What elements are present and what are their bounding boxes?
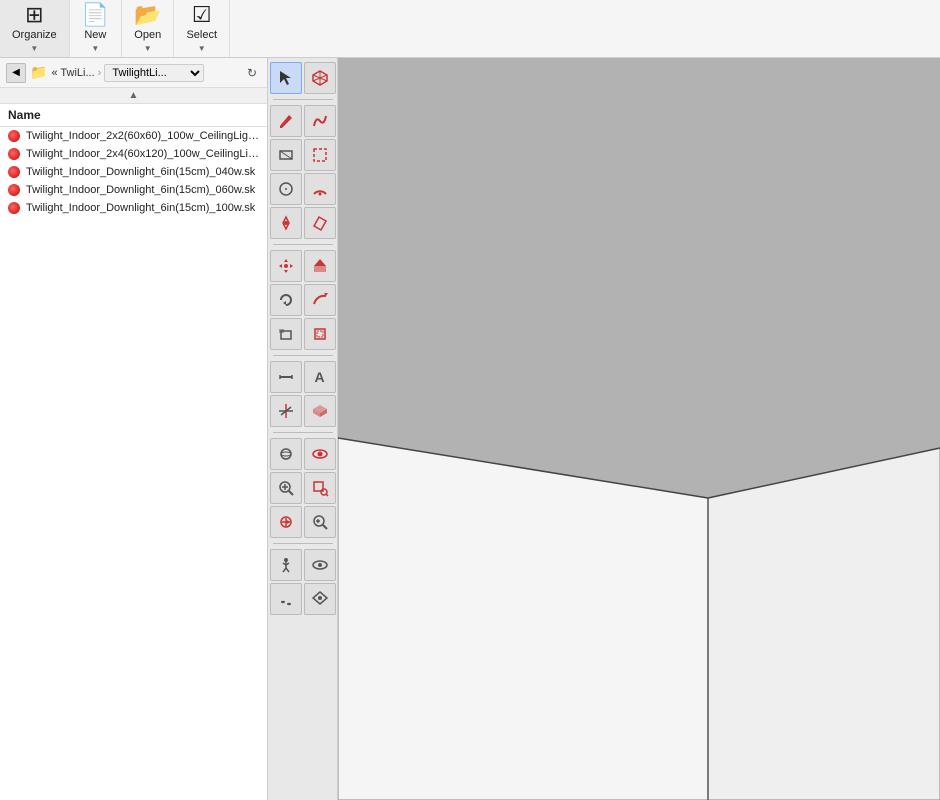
open-label: Open — [134, 29, 161, 41]
push-pull-button[interactable] — [304, 250, 336, 282]
organize-arrow: ▼ — [30, 44, 38, 53]
file-icon — [8, 184, 20, 196]
tool-row-11 — [270, 438, 336, 470]
file-name: Twilight_Indoor_Downlight_6in(15cm)_040w… — [26, 166, 255, 178]
file-icon — [8, 130, 20, 142]
zoom-button[interactable] — [270, 472, 302, 504]
list-item[interactable]: Twilight_Indoor_2x2(60x60)_100w_CeilingL… — [0, 127, 267, 145]
tool-row-10 — [270, 395, 336, 427]
file-list: Twilight_Indoor_2x2(60x60)_100w_CeilingL… — [0, 127, 267, 800]
tool-separator-4 — [273, 432, 333, 433]
rect-tool-button[interactable] — [270, 139, 302, 171]
pen-tool-button[interactable] — [270, 207, 302, 239]
list-item[interactable]: Twilight_Indoor_Downlight_6in(15cm)_040w… — [0, 163, 267, 181]
open-icon: 📂 — [134, 4, 161, 26]
right-toolbar: A — [268, 58, 338, 800]
file-icon — [8, 166, 20, 178]
organize-icon: ⊞ — [25, 4, 43, 26]
breadcrumb-short: « TwiLi... — [51, 67, 94, 79]
tool-separator-3 — [273, 355, 333, 356]
new-arrow: ▼ — [91, 44, 99, 53]
left-panel: ◀ 📁 « TwiLi... › TwilightLi... ↻ ▲ Name … — [0, 58, 268, 800]
folder-icon: 📁 — [30, 64, 47, 81]
tool-row-14 — [270, 549, 336, 581]
zoom-extents-button[interactable] — [270, 506, 302, 538]
list-item[interactable]: Twilight_Indoor_Downlight_6in(15cm)_060w… — [0, 181, 267, 199]
eraser-tool-button[interactable] — [304, 207, 336, 239]
3d-tool-button[interactable] — [304, 62, 336, 94]
zoom-previous-button[interactable] — [304, 506, 336, 538]
new-icon: 📄 — [82, 4, 109, 26]
advanced-camera-button[interactable] — [304, 583, 336, 615]
breadcrumb-bar: ◀ 📁 « TwiLi... › TwilightLi... ↻ — [0, 58, 267, 88]
tool-row-9: A — [270, 361, 336, 393]
follow-me-button[interactable] — [304, 284, 336, 316]
collapse-bar[interactable]: ▲ — [0, 88, 267, 104]
file-name: Twilight_Indoor_2x2(60x60)_100w_CeilingL… — [26, 130, 259, 142]
position-camera-button[interactable] — [270, 583, 302, 615]
file-name: Twilight_Indoor_2x4(60x120)_100w_Ceiling… — [26, 148, 259, 160]
main-toolbar: ⊞ Organize ▼ 📄 New ▼ 📂 Open ▼ ☑ Select ▼ — [0, 0, 940, 58]
rotate-tool-button[interactable] — [270, 284, 302, 316]
tool-separator — [273, 99, 333, 100]
tool-row-6 — [270, 250, 336, 282]
tool-row-3 — [270, 139, 336, 171]
select-rect-tool-button[interactable] — [304, 139, 336, 171]
move-tool-button[interactable] — [270, 250, 302, 282]
breadcrumb-dropdown[interactable]: TwilightLi... — [104, 64, 204, 82]
refresh-button[interactable]: ↻ — [243, 64, 261, 82]
organize-button[interactable]: ⊞ Organize ▼ — [0, 0, 70, 57]
open-arrow: ▼ — [144, 44, 152, 53]
tool-separator-5 — [273, 543, 333, 544]
section-plane-button[interactable] — [304, 395, 336, 427]
select-label: Select — [186, 29, 217, 41]
list-item[interactable]: Twilight_Indoor_2x4(60x120)_100w_Ceiling… — [0, 145, 267, 163]
tool-row-2 — [270, 105, 336, 137]
breadcrumb-separator: › — [98, 67, 102, 79]
tool-row-12 — [270, 472, 336, 504]
tool-row-8 — [270, 318, 336, 350]
open-button[interactable]: 📂 Open ▼ — [122, 0, 174, 57]
select-button[interactable]: ☑ Select ▼ — [174, 0, 230, 57]
list-item[interactable]: Twilight_Indoor_Downlight_6in(15cm)_100w… — [0, 199, 267, 217]
file-icon — [8, 202, 20, 214]
file-name: Twilight_Indoor_Downlight_6in(15cm)_060w… — [26, 184, 255, 196]
collapse-icon: ▲ — [129, 90, 139, 101]
freehand-tool-button[interactable] — [304, 105, 336, 137]
axes-tool-button[interactable] — [270, 395, 302, 427]
orbit-button[interactable] — [270, 438, 302, 470]
new-label: New — [84, 29, 106, 41]
back-button[interactable]: ◀ — [6, 63, 26, 83]
organize-label: Organize — [12, 29, 57, 41]
main-area: ◀ 📁 « TwiLi... › TwilightLi... ↻ ▲ Name … — [0, 58, 940, 800]
tape-measure-button[interactable] — [270, 361, 302, 393]
walk-button[interactable] — [270, 549, 302, 581]
arc-tool-button[interactable] — [304, 173, 336, 205]
new-button[interactable]: 📄 New ▼ — [70, 0, 122, 57]
file-icon — [8, 148, 20, 160]
tool-row-15 — [270, 583, 336, 615]
zoom-window-button[interactable] — [304, 472, 336, 504]
look-around-button[interactable] — [304, 549, 336, 581]
text-label: A — [314, 369, 324, 385]
file-name: Twilight_Indoor_Downlight_6in(15cm)_100w… — [26, 202, 255, 214]
tool-row-1 — [270, 62, 336, 94]
select-icon: ☑ — [192, 4, 212, 26]
tool-row-5 — [270, 207, 336, 239]
3d-viewport[interactable] — [338, 58, 940, 800]
tool-row-13 — [270, 506, 336, 538]
select-arrow: ▼ — [198, 44, 206, 53]
tool-row-4 — [270, 173, 336, 205]
column-header: Name — [0, 104, 267, 127]
tool-row-7 — [270, 284, 336, 316]
text-tool-button[interactable]: A — [304, 361, 336, 393]
tool-separator-2 — [273, 244, 333, 245]
pencil-tool-button[interactable] — [270, 105, 302, 137]
breadcrumb-path: « TwiLi... › TwilightLi... — [51, 64, 239, 82]
select-tool-button[interactable] — [270, 62, 302, 94]
offset-tool-button[interactable] — [304, 318, 336, 350]
look-button[interactable] — [304, 438, 336, 470]
circle-tool-button[interactable] — [270, 173, 302, 205]
scale-tool-button[interactable] — [270, 318, 302, 350]
